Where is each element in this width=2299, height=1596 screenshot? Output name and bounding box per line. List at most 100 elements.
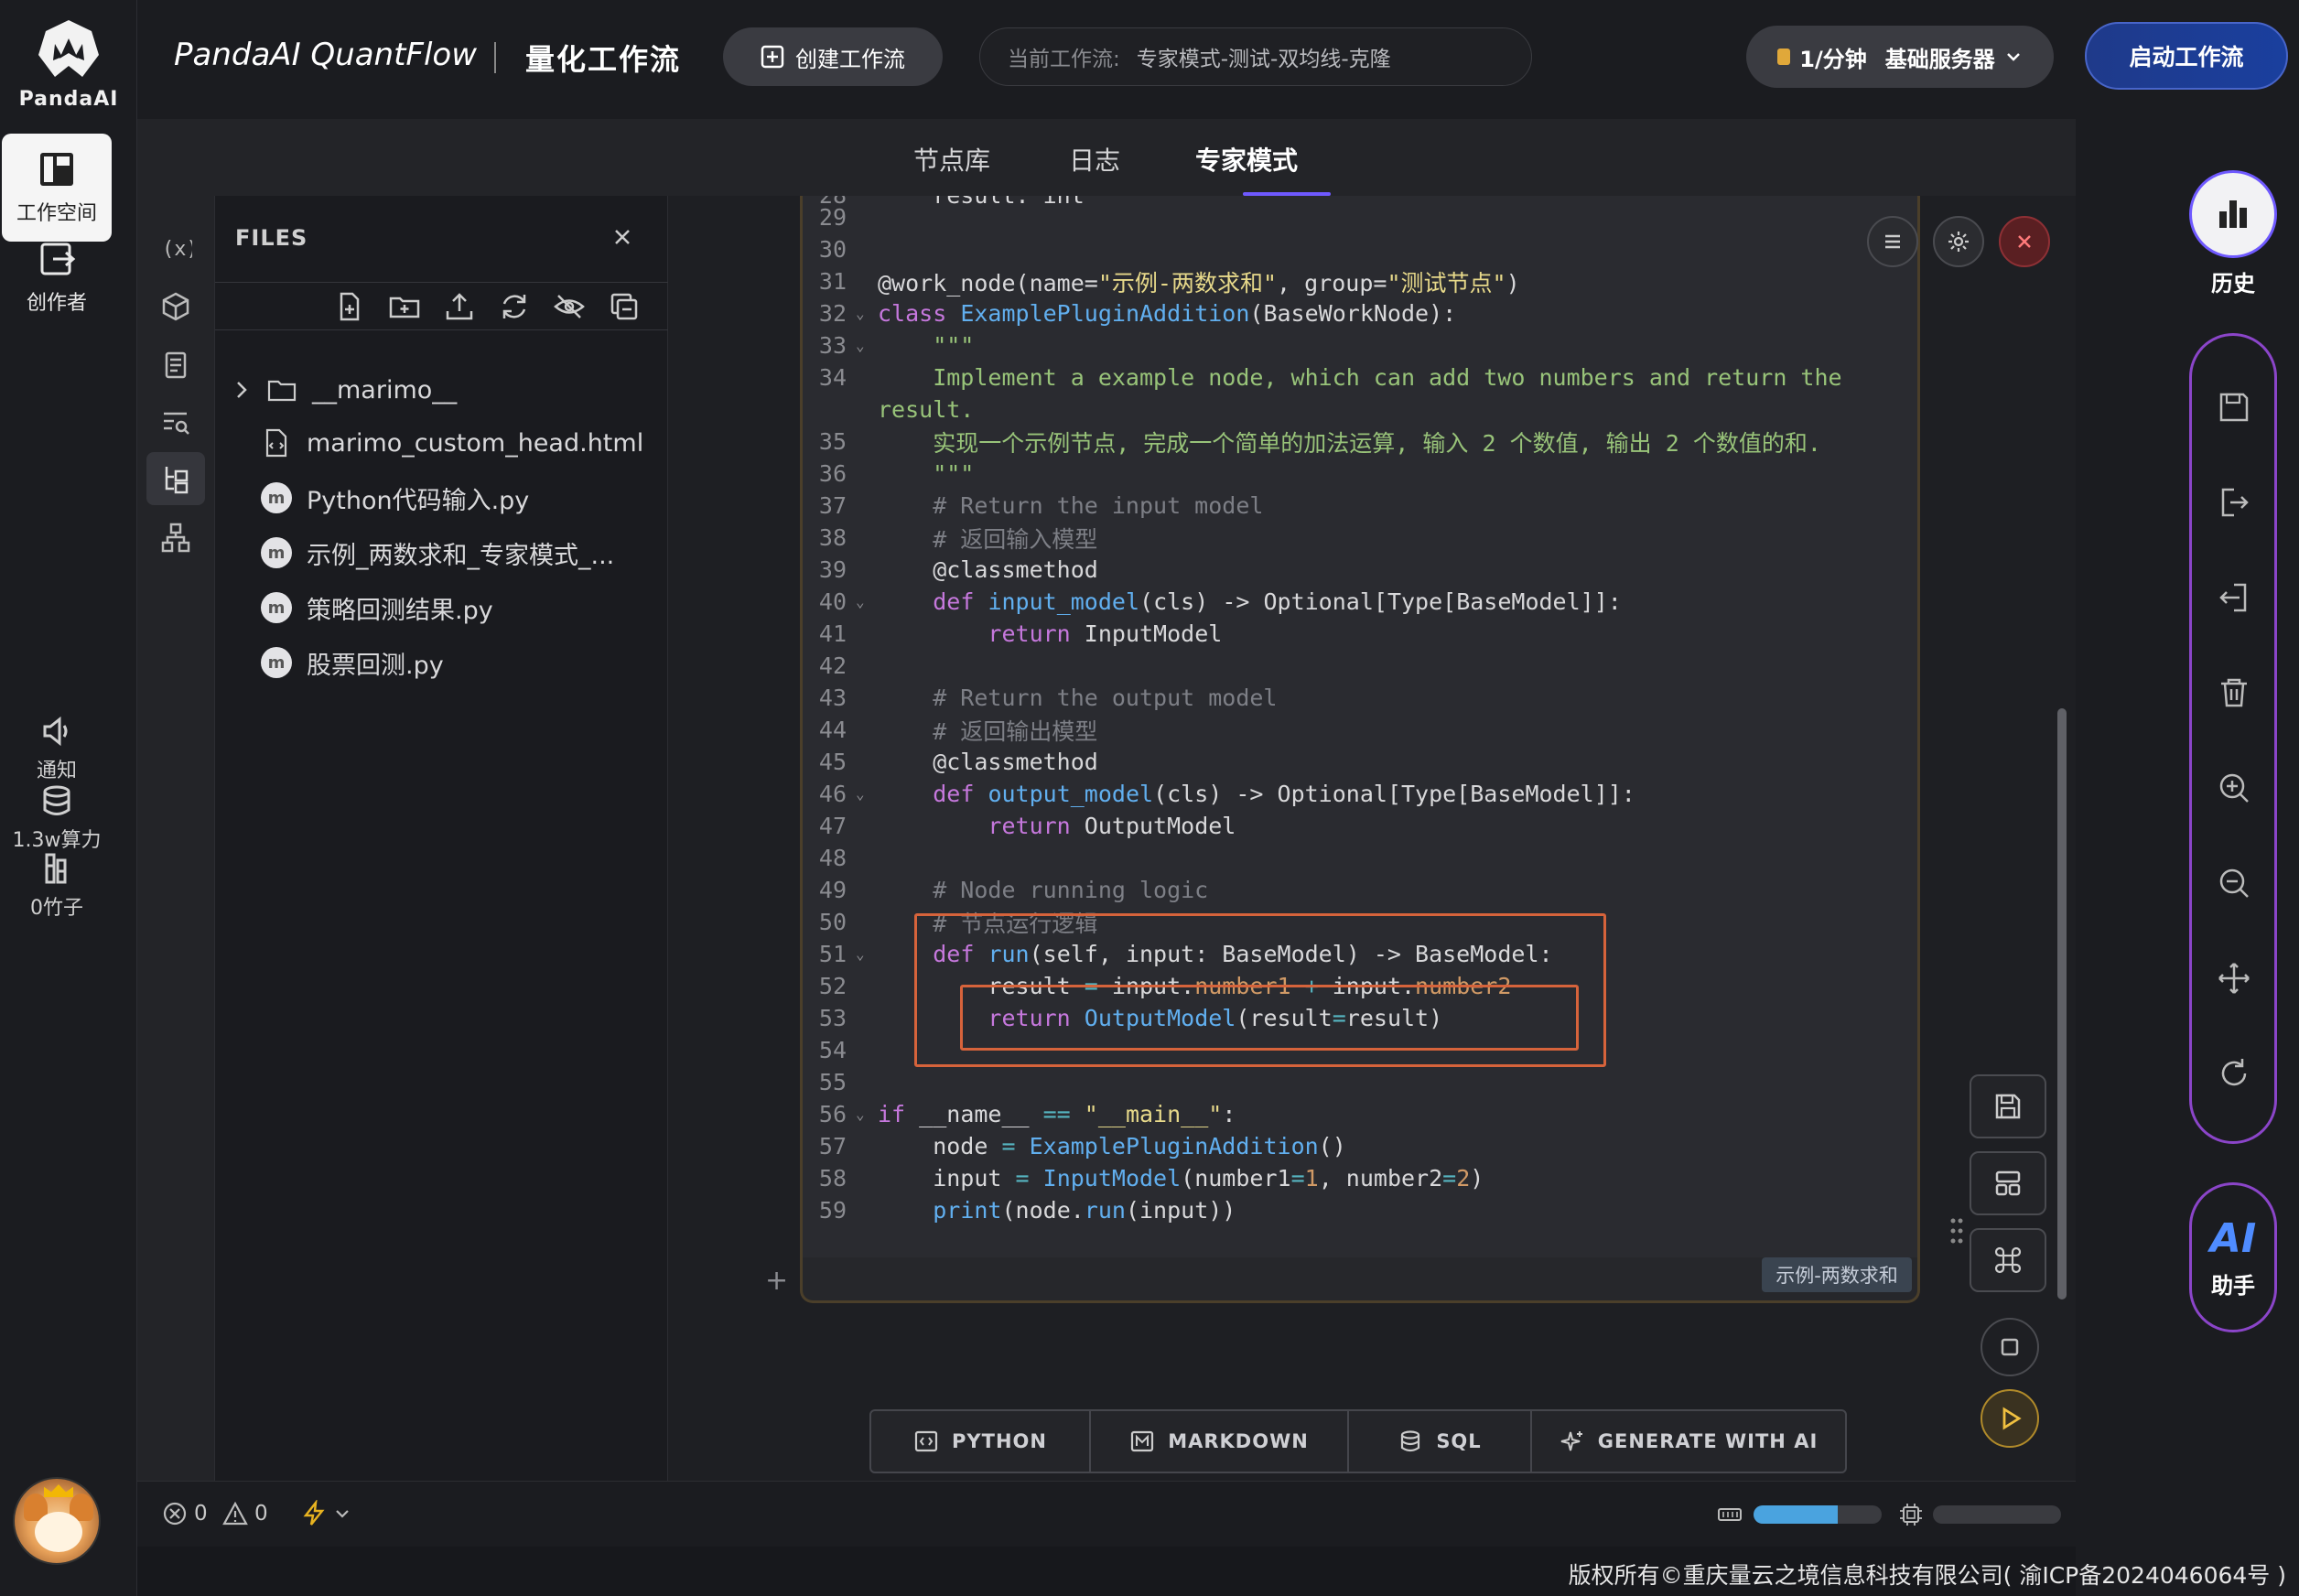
- hide-icon[interactable]: [552, 289, 587, 324]
- current-workflow-value: 专家模式-测试-双均线-克隆: [1136, 48, 1391, 71]
- code-line: 35 实现一个示例节点, 完成一个简单的加法运算, 输入 2 个数值, 输出 2…: [818, 428, 1821, 457]
- variables-button[interactable]: (x): [146, 221, 205, 275]
- save-icon[interactable]: [2214, 387, 2254, 427]
- compute-button[interactable]: 1.3w算力: [0, 783, 113, 853]
- gear-icon: [1948, 232, 1969, 252]
- save-cell-button[interactable]: [1970, 1074, 2046, 1138]
- code-line: 56 ⌄ if __name__ == "__main__":: [818, 1101, 1236, 1127]
- refresh-icon[interactable]: [497, 289, 532, 324]
- code-line: 57 node = ExamplePluginAddition(): [818, 1133, 1346, 1159]
- add-markdown-cell-button[interactable]: MARKDOWN: [1091, 1411, 1349, 1472]
- divider: [215, 282, 669, 283]
- notify-button[interactable]: 通知: [0, 714, 113, 783]
- dependency-graph-button[interactable]: [146, 511, 205, 564]
- chevron-down-icon: [2006, 53, 2020, 61]
- folder-item[interactable]: __marimo__: [232, 368, 457, 412]
- zoom-in-icon[interactable]: [2214, 768, 2254, 808]
- html-file-icon: [265, 428, 287, 458]
- ai-assistant-button[interactable]: AI 助手: [2189, 1182, 2277, 1332]
- create-workflow-button[interactable]: 创建工作流: [723, 27, 943, 86]
- add-cell-button[interactable]: +: [765, 1265, 788, 1297]
- code-editor[interactable]: 28 result: int 29 30 31@work_node(name="…: [803, 196, 1917, 1257]
- stop-button[interactable]: [1981, 1318, 2039, 1376]
- status-bar: 0 0: [137, 1481, 2076, 1547]
- file-name: marimo_custom_head.html: [307, 428, 644, 458]
- files-title: FILES: [235, 225, 308, 251]
- warning-icon: [222, 1501, 248, 1526]
- file-item[interactable]: m Python代码输入.py: [261, 476, 529, 520]
- close-icon[interactable]: [609, 223, 636, 251]
- error-count-value: 0: [194, 1502, 208, 1526]
- cell-delete-button[interactable]: [1999, 216, 2050, 267]
- upload-icon[interactable]: [442, 289, 477, 324]
- start-workflow-button[interactable]: 启动工作流: [2085, 22, 2288, 90]
- vertical-scrollbar[interactable]: [2057, 708, 2067, 1299]
- add-cell-toolbar: PYTHON MARKDOWN SQL GENERATE WITH AI: [869, 1409, 1847, 1473]
- current-workflow-field[interactable]: 当前工作流: 专家模式-测试-双均线-克隆: [979, 27, 1532, 86]
- python-label: PYTHON: [952, 1430, 1047, 1452]
- memory-usage-bar: [1754, 1505, 1882, 1524]
- tab-log[interactable]: 日志: [1069, 141, 1120, 178]
- import-icon[interactable]: [2214, 577, 2254, 618]
- file-item[interactable]: m 策略回测结果.py: [261, 586, 493, 630]
- history-label: 历史: [2211, 271, 2255, 297]
- creator-label: 创作者: [26, 292, 87, 315]
- code-line: 33 ⌄ """: [818, 332, 975, 359]
- new-file-icon[interactable]: [332, 289, 367, 324]
- outline-button[interactable]: [146, 339, 205, 392]
- trash-icon[interactable]: [2214, 673, 2254, 713]
- collapse-all-icon[interactable]: [607, 289, 642, 324]
- add-python-cell-button[interactable]: PYTHON: [871, 1411, 1091, 1472]
- layout-icon: [1995, 1170, 2021, 1196]
- export-icon[interactable]: [2214, 482, 2254, 523]
- code-line: 48: [818, 845, 847, 871]
- file-item[interactable]: marimo_custom_head.html: [261, 421, 643, 465]
- workspace-icon: [40, 153, 73, 186]
- svg-text:(x): (x): [162, 238, 192, 261]
- packages-button[interactable]: [146, 280, 205, 333]
- current-workflow-label: 当前工作流:: [1008, 48, 1120, 71]
- code-line: 59 print(node.run(input)): [818, 1197, 1236, 1224]
- tab-expert-mode[interactable]: 专家模式: [1195, 141, 1298, 178]
- scroll-icon: [165, 351, 187, 379]
- cpu-usage-bar: [1933, 1505, 2061, 1524]
- code-line: 37 # Return the input model: [818, 492, 1264, 519]
- runtime-menu[interactable]: [300, 1500, 351, 1527]
- panda-logo-icon: [38, 20, 99, 77]
- generate-with-ai-button[interactable]: GENERATE WITH AI: [1532, 1411, 1845, 1472]
- creator-button[interactable]: 创作者: [2, 223, 112, 331]
- bamboo-label: 0竹子: [30, 897, 83, 920]
- zoom-out-icon[interactable]: [2214, 863, 2254, 903]
- cell-name-badge[interactable]: 示例-两数求和: [1762, 1257, 1912, 1292]
- error-count[interactable]: 0: [161, 1500, 208, 1527]
- code-line: 46 ⌄ def output_model(cls) -> Optional[Ty…: [818, 781, 1635, 807]
- command-palette-button[interactable]: [1970, 1228, 2046, 1292]
- search-list-icon: [164, 412, 189, 435]
- run-button[interactable]: [1981, 1389, 2039, 1448]
- marimo-file-icon: m: [261, 537, 292, 568]
- file-item[interactable]: m 示例_两数求和_专家模式_...: [261, 531, 614, 575]
- cell-settings-button[interactable]: [1933, 216, 1984, 267]
- drag-handle-icon[interactable]: [1949, 1217, 1964, 1245]
- server-select[interactable]: 1/分钟 基础服务器: [1746, 26, 2054, 88]
- tab-node-library[interactable]: 节点库: [913, 141, 990, 178]
- file-item[interactable]: m 股票回测.py: [261, 641, 444, 685]
- bamboo-button[interactable]: 0竹子: [0, 851, 113, 921]
- move-icon[interactable]: [2214, 958, 2254, 998]
- history-button[interactable]: [2189, 170, 2277, 258]
- search-panel-button[interactable]: [146, 395, 205, 448]
- layout-button[interactable]: [1970, 1151, 2046, 1215]
- brand-subtitle: 量化工作流: [525, 42, 682, 77]
- play-icon: [2002, 1407, 2022, 1430]
- cell-menu-button[interactable]: [1867, 216, 1918, 267]
- tabs-bar: 节点库 日志 专家模式: [137, 119, 2205, 196]
- user-avatar[interactable]: [13, 1477, 101, 1565]
- top-bar: PandaAI QuantFlow 量化工作流 创建工作流 当前工作流: 专家模…: [137, 0, 2299, 119]
- reset-icon[interactable]: [2214, 1053, 2254, 1094]
- new-folder-icon[interactable]: [387, 289, 422, 324]
- files-button[interactable]: [146, 452, 205, 505]
- warning-count[interactable]: 0: [221, 1500, 268, 1527]
- code-cell[interactable]: 28 result: int 29 30 31@work_node(name="…: [800, 196, 1920, 1303]
- add-sql-cell-button[interactable]: SQL: [1349, 1411, 1532, 1472]
- network-icon: [161, 523, 190, 553]
